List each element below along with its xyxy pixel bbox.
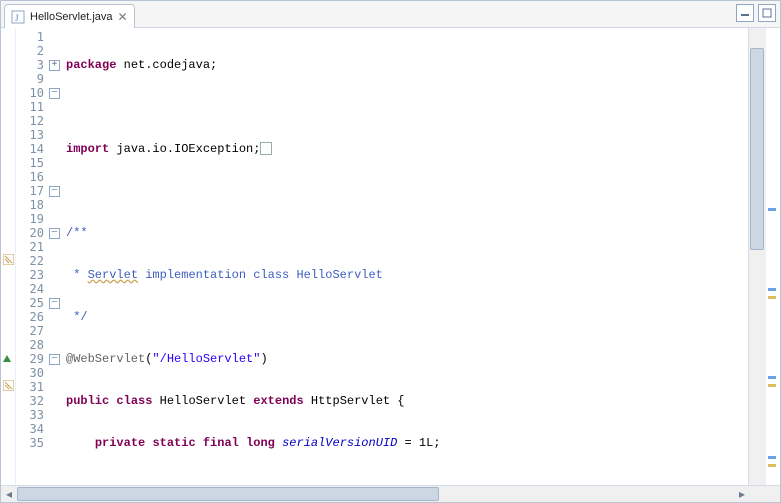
overview-mark (768, 208, 776, 211)
code-line: package net.codejava; (62, 58, 748, 72)
scrollbar-thumb[interactable] (17, 487, 439, 501)
line-number: 2 (16, 44, 48, 58)
line-number: 29 (16, 352, 48, 366)
code-line: import java.io.IOException; (62, 142, 748, 156)
svg-text:J: J (15, 13, 19, 23)
fold-expand-icon[interactable] (49, 60, 60, 71)
view-toolbar (736, 4, 776, 22)
code-line: * Servlet implementation class HelloServ… (62, 268, 748, 282)
line-number: 23 (16, 268, 48, 282)
line-number: 18 (16, 198, 48, 212)
line-number: 15 (16, 156, 48, 170)
code-line: public class HelloServlet extends HttpSe… (62, 394, 748, 408)
line-number: 20 (16, 226, 48, 240)
line-number: 28 (16, 338, 48, 352)
overview-mark (768, 296, 776, 299)
scroll-right-button[interactable]: ▸ (734, 487, 750, 501)
line-number: 21 (16, 240, 48, 254)
line-number: 32 (16, 394, 48, 408)
code-line: @WebServlet("/HelloServlet") (62, 352, 748, 366)
line-number: 14 (16, 142, 48, 156)
overview-mark (768, 384, 776, 387)
line-number: 24 (16, 282, 48, 296)
line-number: 34 (16, 422, 48, 436)
line-number: 9 (16, 72, 48, 86)
line-number: 31 (16, 380, 48, 394)
line-number-gutter[interactable]: 1 2 3 9 10 11 12 13 14 15 16 17 18 19 20… (16, 28, 48, 485)
line-number: 3 (16, 58, 48, 72)
scrollbar-thumb[interactable] (750, 48, 764, 250)
maximize-view-button[interactable] (758, 4, 776, 22)
line-number: 13 (16, 128, 48, 142)
code-line (62, 100, 748, 114)
warning-marker-icon (3, 380, 14, 391)
editor-pane: J HelloServlet.java ✕ 1 2 3 9 10 11 12 1… (0, 0, 781, 503)
line-number: 19 (16, 212, 48, 226)
override-marker-icon (3, 355, 11, 362)
tab-filename: HelloServlet.java (30, 11, 113, 23)
code-line: /** (62, 226, 748, 240)
overview-ruler[interactable] (765, 28, 780, 485)
fold-collapse-icon[interactable] (49, 186, 60, 197)
overview-mark (768, 376, 776, 379)
line-number: 35 (16, 436, 48, 450)
line-number: 12 (16, 114, 48, 128)
horizontal-scrollbar[interactable]: ◂ ▸ (1, 485, 780, 502)
line-number: 22 (16, 254, 48, 268)
warning-marker-icon (3, 254, 14, 265)
editor-tab[interactable]: J HelloServlet.java ✕ (4, 4, 135, 28)
code-area[interactable]: package net.codejava; import java.io.IOE… (62, 28, 748, 485)
editor-body: 1 2 3 9 10 11 12 13 14 15 16 17 18 19 20… (1, 28, 780, 485)
line-number: 33 (16, 408, 48, 422)
line-number: 25 (16, 296, 48, 310)
fold-collapse-icon[interactable] (49, 228, 60, 239)
overview-mark (768, 456, 776, 459)
java-file-icon: J (11, 10, 25, 24)
line-number: 17 (16, 184, 48, 198)
line-number: 30 (16, 366, 48, 380)
scrollbar-track[interactable] (17, 487, 734, 501)
tab-bar: J HelloServlet.java ✕ (1, 1, 780, 28)
line-number: 10 (16, 86, 48, 100)
minimize-view-button[interactable] (736, 4, 754, 22)
line-number: 1 (16, 30, 48, 44)
code-line (62, 184, 748, 198)
overview-mark (768, 464, 776, 467)
line-number: 27 (16, 324, 48, 338)
code-line (62, 478, 748, 485)
code-line: private static final long serialVersionU… (62, 436, 748, 450)
scroll-left-button[interactable]: ◂ (1, 487, 17, 501)
code-line: */ (62, 310, 748, 324)
fold-collapse-icon[interactable] (49, 298, 60, 309)
vertical-scrollbar[interactable] (748, 28, 765, 485)
folded-region-icon[interactable] (260, 142, 272, 155)
line-number: 26 (16, 310, 48, 324)
line-number: 16 (16, 170, 48, 184)
fold-collapse-icon[interactable] (49, 88, 60, 99)
fold-collapse-icon[interactable] (49, 354, 60, 365)
close-tab-icon[interactable]: ✕ (118, 10, 128, 24)
line-number: 11 (16, 100, 48, 114)
overview-mark (768, 288, 776, 291)
